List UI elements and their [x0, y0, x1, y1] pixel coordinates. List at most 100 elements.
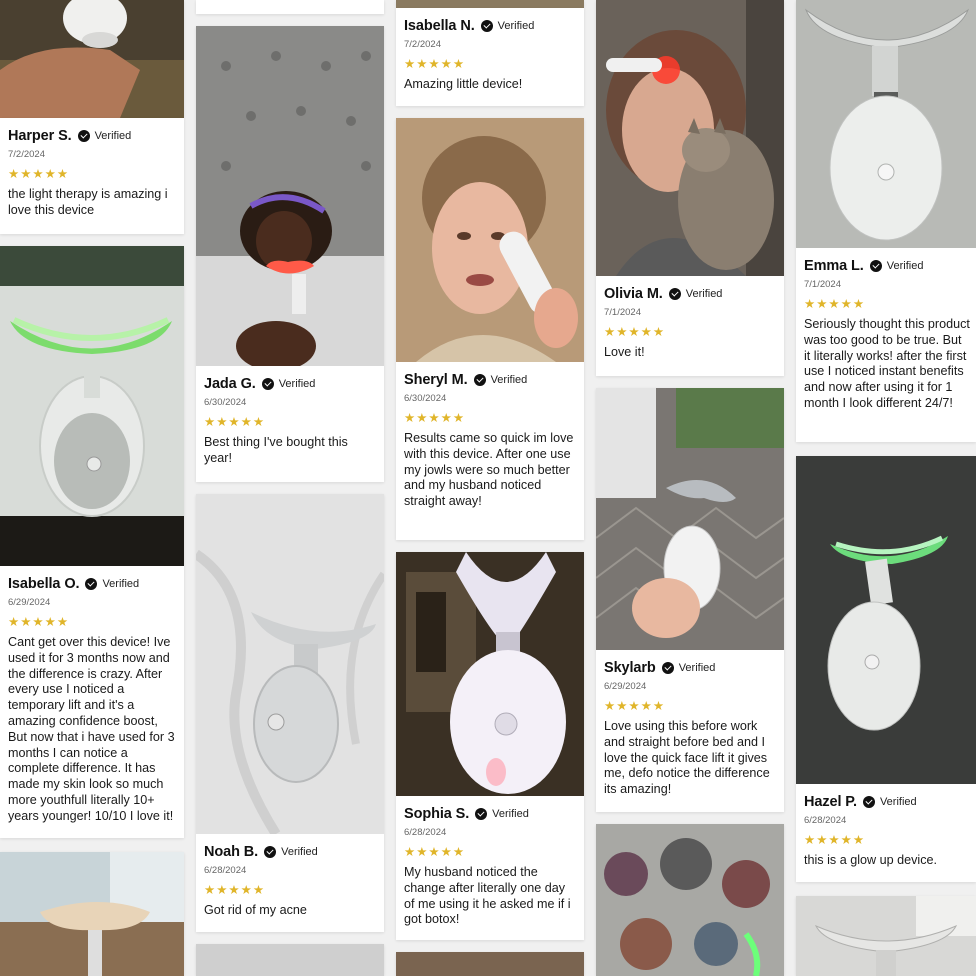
review-card: Emma L. Verified 7/1/2024 ★★★★★ Seriousl…	[796, 0, 976, 442]
verified-check-icon	[85, 578, 98, 590]
reviewer-name: Olivia M.	[604, 286, 663, 302]
verified-label: Verified	[278, 378, 316, 390]
reviewer-row: Skylarb Verified	[604, 658, 778, 678]
review-card-partial	[796, 896, 976, 976]
review-date: 7/2/2024	[404, 39, 441, 50]
review-photo[interactable]	[0, 0, 184, 118]
review-text: Got rid of my acne	[204, 903, 307, 917]
reviewer-row: Jada G. Verified	[204, 374, 378, 394]
reviewer-row: Harper S. Verified	[8, 126, 178, 146]
star-rating: ★★★★★	[204, 883, 266, 897]
star-rating: ★★★★★	[8, 615, 70, 629]
review-card: Skylarb Verified 6/29/2024 ★★★★★ Love us…	[596, 388, 784, 812]
review-card-partial	[396, 952, 584, 976]
review-card-partial	[196, 0, 384, 14]
review-text: Love it!	[604, 345, 645, 359]
verified-label: Verified	[678, 662, 716, 674]
reviewer-name: Isabella O.	[8, 576, 80, 592]
review-date: 7/1/2024	[604, 307, 641, 318]
reviewer-row: Sophia S. Verified	[404, 804, 578, 824]
verified-label: Verified	[94, 130, 132, 142]
verified-label: Verified	[102, 578, 140, 590]
reviewer-row: Emma L. Verified	[804, 256, 970, 276]
review-photo[interactable]	[396, 952, 584, 976]
verified-check-icon	[473, 374, 486, 386]
reviewer-row: Hazel P. Verified	[804, 792, 970, 812]
review-date: 6/29/2024	[8, 597, 51, 608]
star-rating: ★★★★★	[604, 325, 666, 339]
verified-check-icon	[261, 378, 274, 390]
review-photo[interactable]	[0, 246, 184, 566]
review-photo[interactable]	[796, 896, 976, 976]
review-card: Olivia M. Verified 7/1/2024 ★★★★★ Love i…	[596, 0, 784, 376]
review-card: Hazel P. Verified 6/28/2024 ★★★★★ this i…	[796, 456, 976, 882]
review-photo[interactable]	[796, 456, 976, 784]
review-text: Amazing little device!	[404, 77, 523, 91]
review-card-partial	[396, 0, 584, 8]
review-text: this is a glow up device.	[804, 853, 938, 867]
star-rating: ★★★★★	[804, 297, 866, 311]
review-date: 6/28/2024	[804, 815, 847, 826]
review-text: Seriously thought this product was too g…	[804, 317, 970, 410]
verified-check-icon	[480, 20, 493, 32]
reviewer-row: Noah B. Verified	[204, 842, 378, 862]
review-card-partial	[0, 852, 184, 976]
review-text: the light therapy is amazing i love this…	[8, 187, 168, 217]
review-text: Results came so quick im love with this …	[404, 431, 574, 509]
verified-check-icon	[475, 808, 488, 820]
star-rating: ★★★★★	[404, 845, 466, 859]
review-photo[interactable]	[196, 26, 384, 366]
verified-label: Verified	[281, 846, 318, 858]
review-photo[interactable]	[396, 118, 584, 362]
verified-label: Verified	[886, 260, 924, 272]
review-date: 7/1/2024	[804, 279, 841, 290]
review-date: 6/29/2024	[604, 681, 647, 692]
review-card: Sheryl M. Verified 6/30/2024 ★★★★★ Resul…	[396, 118, 584, 540]
review-date: 7/2/2024	[8, 149, 45, 160]
review-date: 6/30/2024	[204, 397, 247, 408]
reviewer-name: Jada G.	[204, 376, 256, 392]
star-rating: ★★★★★	[204, 415, 266, 429]
reviewer-row: Isabella N. Verified	[404, 16, 578, 36]
review-text: My husband noticed the change after lite…	[404, 865, 571, 927]
review-card: Harper S. Verified 7/2/2024 ★★★★★ the li…	[0, 118, 184, 234]
star-rating: ★★★★★	[804, 833, 866, 847]
verified-check-icon	[862, 796, 875, 808]
review-text: Cant get over this device! Ive used it f…	[8, 635, 175, 823]
review-text: Love using this before work and straight…	[604, 719, 770, 797]
verified-label: Verified	[879, 796, 917, 808]
review-card-partial	[0, 0, 184, 118]
verified-label: Verified	[492, 808, 529, 820]
review-card: Isabella N. Verified 7/2/2024 ★★★★★ Amaz…	[396, 8, 584, 106]
verified-check-icon	[77, 130, 90, 142]
review-date: 6/30/2024	[404, 393, 447, 404]
review-card-partial	[596, 824, 784, 976]
verified-check-icon	[264, 846, 277, 858]
reviewer-name: Isabella N.	[404, 18, 475, 34]
reviewer-name: Hazel P.	[804, 794, 857, 810]
review-photo[interactable]	[196, 494, 384, 834]
star-rating: ★★★★★	[604, 699, 666, 713]
reviewer-row: Olivia M. Verified	[604, 284, 778, 304]
review-photo[interactable]	[596, 0, 784, 276]
star-rating: ★★★★★	[404, 411, 466, 425]
reviewer-row: Sheryl M. Verified	[404, 370, 578, 390]
review-photo[interactable]	[596, 824, 784, 976]
review-photo[interactable]	[396, 552, 584, 796]
verified-label: Verified	[685, 288, 723, 300]
review-photo[interactable]	[596, 388, 784, 650]
review-photo[interactable]	[0, 852, 184, 976]
verified-check-icon	[661, 662, 674, 674]
review-card: Isabella O. Verified 6/29/2024 ★★★★★ Can…	[0, 246, 184, 838]
review-photo[interactable]	[196, 944, 384, 976]
review-card-partial	[196, 944, 384, 976]
reviewer-name: Harper S.	[8, 128, 72, 144]
review-text: Best thing I've bought this year!	[204, 435, 348, 465]
review-date: 6/28/2024	[204, 865, 247, 876]
review-card: Noah B. Verified 6/28/2024 ★★★★★ Got rid…	[196, 494, 384, 932]
review-photo[interactable]	[796, 0, 976, 248]
review-card: Jada G. Verified 6/30/2024 ★★★★★ Best th…	[196, 26, 384, 482]
verified-check-icon	[869, 260, 882, 272]
reviewer-name: Sophia S.	[404, 806, 470, 822]
verified-label: Verified	[490, 374, 528, 386]
